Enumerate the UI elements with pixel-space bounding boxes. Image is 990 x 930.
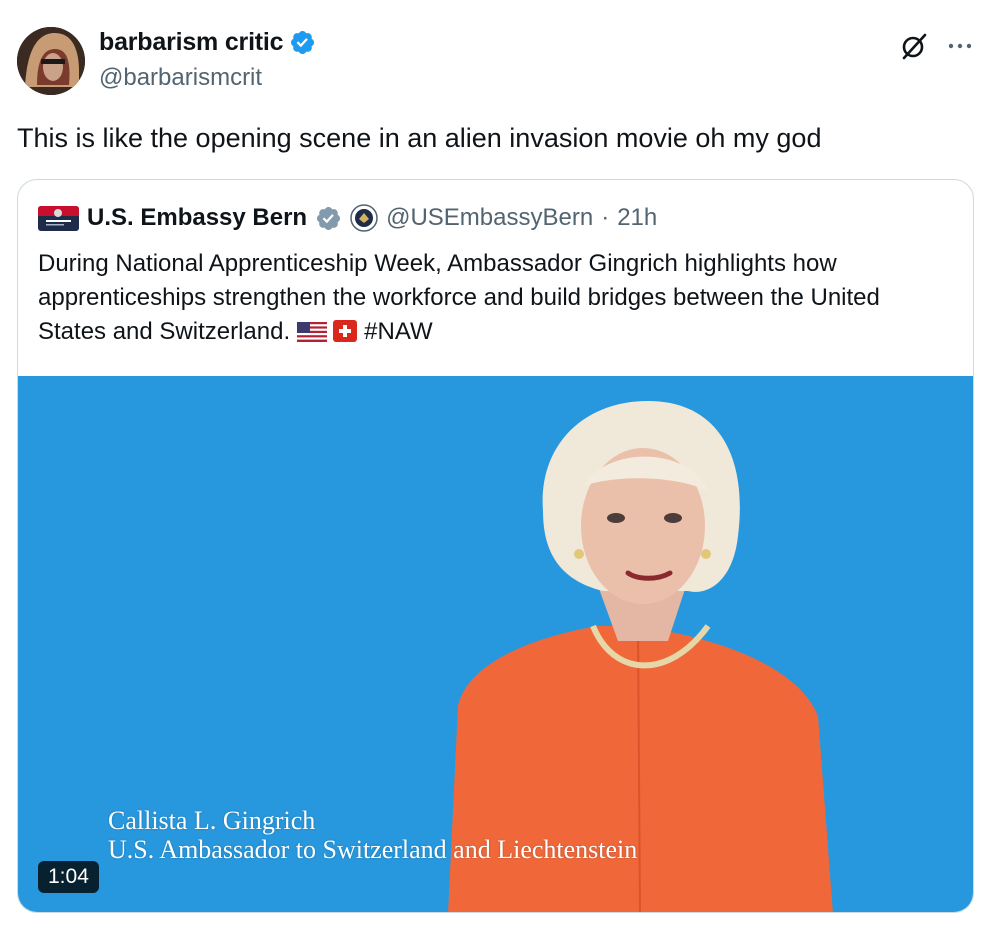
author-name-row[interactable]: barbarism critic bbox=[99, 28, 316, 57]
quoted-tweet-header: U.S. Embassy Bern @USEmbassyBern · 21h bbox=[38, 202, 657, 234]
more-icon[interactable] bbox=[944, 30, 976, 62]
author-avatar[interactable] bbox=[17, 27, 85, 95]
quoted-tweet[interactable]: U.S. Embassy Bern @USEmbassyBern · 21h D… bbox=[17, 179, 974, 913]
quoted-timestamp[interactable]: 21h bbox=[617, 204, 657, 232]
gray-verified-badge-icon bbox=[317, 206, 341, 230]
quoted-author-handle[interactable]: @USEmbassyBern bbox=[386, 204, 593, 232]
author-name[interactable]: barbarism critic bbox=[99, 28, 284, 57]
grok-icon[interactable] bbox=[898, 30, 930, 62]
quoted-author-name[interactable]: U.S. Embassy Bern bbox=[87, 204, 307, 232]
us-flag-icon bbox=[296, 322, 327, 342]
separator-dot: · bbox=[601, 204, 610, 231]
embassy-avatar[interactable] bbox=[38, 205, 79, 231]
government-seal-icon bbox=[350, 204, 378, 232]
swiss-flag-icon bbox=[333, 320, 358, 342]
quoted-tweet-text: During National Apprenticeship Week, Amb… bbox=[38, 247, 948, 349]
video-caption-name: Callista L. Gingrich bbox=[108, 806, 316, 835]
video-caption-title: U.S. Ambassador to Switzerland and Liech… bbox=[108, 835, 638, 864]
hashtag-link[interactable]: #NAW bbox=[364, 318, 432, 345]
quoted-text-body: During National Apprenticeship Week, Amb… bbox=[38, 250, 880, 345]
verified-badge-icon bbox=[291, 30, 315, 55]
author-handle[interactable]: @barbarismcrit bbox=[99, 64, 262, 92]
tweet-text: This is like the opening scene in an ali… bbox=[17, 123, 822, 153]
video-duration-badge: 1:04 bbox=[38, 861, 99, 893]
